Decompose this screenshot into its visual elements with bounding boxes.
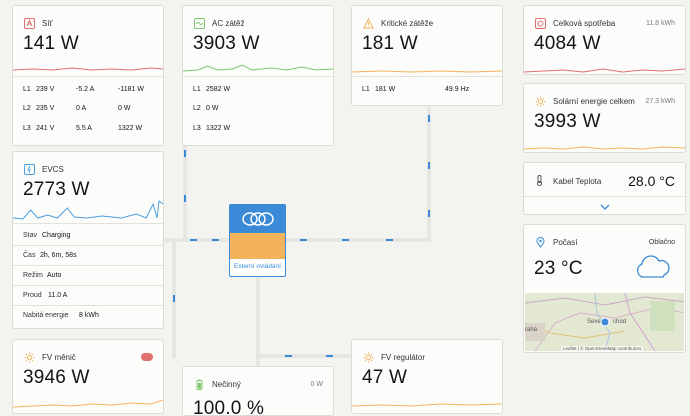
pv-inverter-sparkline xyxy=(13,399,163,408)
sun-icon xyxy=(362,351,375,364)
flow-line-critical xyxy=(286,238,431,242)
evcs-row-state: Stav Charging xyxy=(23,231,71,239)
flow-dot xyxy=(184,195,186,202)
map-label-praha: raha xyxy=(525,327,538,333)
weather-card[interactable]: Počasí Oblačno 23 °C raha Seve chod Leaf… xyxy=(523,224,686,353)
flow-dot xyxy=(173,295,175,302)
inverter-mode-label: Externí ovládání xyxy=(234,263,281,270)
flow-dot xyxy=(184,150,186,157)
total-consumption-sparkline xyxy=(524,68,685,73)
grid-row-l3: L3 241 V 5.5 A 1322 W xyxy=(23,124,143,132)
ac-load-row-l2: L2 0 W xyxy=(193,104,219,112)
flow-dot xyxy=(300,239,307,241)
weather-map[interactable]: raha Seve chod Leaflet | © OpenStreetMap… xyxy=(525,293,684,351)
cable-temp-value: 28.0 °C xyxy=(628,173,675,189)
grid-title: Síť xyxy=(42,18,53,28)
grid-card[interactable]: Síť 141 W L1 239 V -5.2 A -1181 W L2 235 V0 … xyxy=(12,5,164,146)
inverter-bar xyxy=(230,233,285,259)
battery-soc-value: 100.0 % xyxy=(193,398,265,416)
cable-temp-title: Kabel Teplota xyxy=(553,176,602,186)
weather-title: Počasí xyxy=(553,237,578,247)
evcs-row-time: Čas 2h, 6m, 58s xyxy=(23,251,77,259)
grid-row-l1: L1 239 V -5.2 A -1181 W xyxy=(23,85,144,93)
ac-load-card[interactable]: AC zátěž 3903 W L1 2582 W L2 0 W L3 1322 W xyxy=(182,5,334,146)
solar-total-title: Solární energie celkem xyxy=(553,96,635,106)
inverter-tile[interactable]: Externí ovládání xyxy=(229,204,286,277)
ac-load-sparkline xyxy=(183,64,333,72)
solar-total-card[interactable]: Solární energie celkem 27.3 kWh 3993 W xyxy=(523,83,686,153)
weather-condition: Oblačno xyxy=(648,238,675,246)
evcs-title: EVCS xyxy=(42,164,64,174)
evcs-card[interactable]: EVCS 2773 W Stav Charging Čas 2h, 6m, 58s … xyxy=(12,151,164,329)
warning-icon xyxy=(362,17,375,30)
total-consumption-energy: 11.8 kWh xyxy=(645,19,675,27)
flow-dot xyxy=(326,355,333,357)
ac-load-row-l1: L1 2582 W xyxy=(193,85,231,93)
cable-temp-card[interactable]: Kabel Teplota 28.0 °C xyxy=(523,162,686,215)
flow-dot xyxy=(285,355,292,357)
evcs-row-energy: Nabitá energie 8 kWh xyxy=(23,311,99,319)
map-attribution[interactable]: Leaflet | © OpenStreetMap contributors xyxy=(561,346,644,351)
battery-icon xyxy=(193,378,206,391)
evcs-row-mode: Režim Auto xyxy=(23,271,62,279)
total-consumption-card[interactable]: Celková spotřeba 11.8 kWh 4084 W xyxy=(523,5,686,75)
ac-load-title: AC zátěž xyxy=(212,18,245,28)
pv-inverter-card[interactable]: FV měnič 3946 W xyxy=(12,339,164,414)
consumption-icon xyxy=(534,17,547,30)
evcs-sparkline xyxy=(13,200,163,220)
location-pin-icon xyxy=(534,236,547,249)
critical-load-card[interactable]: Kritické zátěže 181 W L1 181 W 49.9 Hz xyxy=(351,5,503,106)
flow-dot xyxy=(428,115,430,122)
critical-load-row-l1: L1 181 W 49.9 Hz xyxy=(362,85,470,93)
flow-line-pv-charger xyxy=(256,354,352,358)
flow-line-critical-down xyxy=(427,105,431,242)
map-label-vychod: chod xyxy=(613,319,627,325)
flow-dot xyxy=(212,239,219,241)
grid-row-l2: L2 235 V0 A0 W xyxy=(23,104,131,112)
critical-load-sparkline xyxy=(352,70,502,73)
grid-sparkline xyxy=(13,67,163,71)
grid-tower-icon xyxy=(23,17,36,30)
solar-total-energy: 27.3 kWh xyxy=(645,97,675,105)
pv-charger-card[interactable]: FV regulátor 47 W xyxy=(351,339,503,414)
map-label-sever: Seve xyxy=(587,319,601,325)
alarm-badge-icon[interactable] xyxy=(141,353,153,361)
pv-charger-title: FV regulátor xyxy=(381,352,426,362)
battery-state: Nečinný xyxy=(212,379,241,389)
battery-power: 0 W xyxy=(310,380,323,388)
pv-inverter-title: FV měnič xyxy=(42,352,76,362)
flow-dot xyxy=(342,239,349,241)
critical-load-title: Kritické zátěže xyxy=(381,18,434,28)
thermometer-icon xyxy=(534,174,547,188)
sun-icon xyxy=(534,95,547,108)
victron-logo-icon xyxy=(230,205,285,233)
ac-load-row-l3: L3 1322 W xyxy=(193,124,231,132)
flow-dot xyxy=(428,210,430,217)
pv-charger-sparkline xyxy=(352,403,502,407)
ev-charger-icon xyxy=(23,163,36,176)
total-consumption-title: Celková spotřeba xyxy=(553,18,616,28)
flow-dot xyxy=(190,239,197,241)
solar-total-sparkline xyxy=(524,146,685,150)
cloud-icon xyxy=(633,253,671,286)
expand-chevron-icon[interactable] xyxy=(524,198,685,214)
flow-dot xyxy=(428,162,430,169)
flow-dot xyxy=(386,239,393,241)
ac-load-icon xyxy=(193,17,206,30)
sun-icon xyxy=(23,351,36,364)
evcs-row-current: Proud 11.0 A xyxy=(23,291,68,299)
